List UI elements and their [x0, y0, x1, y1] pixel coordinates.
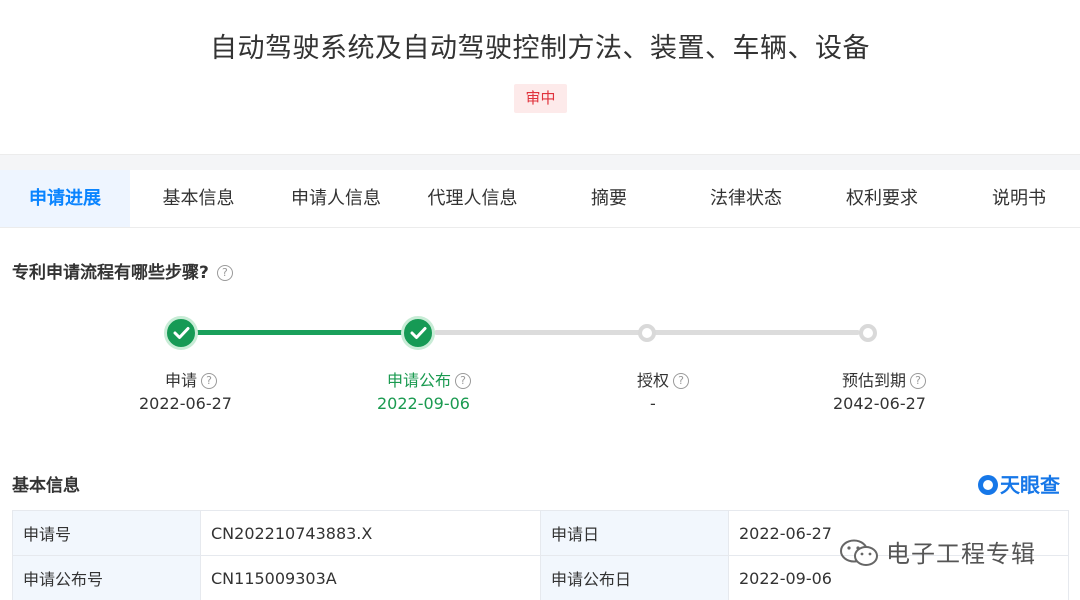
process-question-text: 专利申请流程有哪些步骤? — [12, 263, 209, 283]
step-label-text: 预估到期 — [842, 371, 907, 390]
step-date-expiry: 2042-06-27 — [833, 394, 926, 413]
patent-header: 自动驾驶系统及自动驾驶控制方法、装置、车辆、设备 审中 — [0, 0, 1080, 154]
step-label-apply: 申请? — [165, 367, 218, 391]
check-icon — [173, 327, 190, 339]
field-value: CN115009303A — [200, 555, 541, 600]
brand-logo: 天眼查 — [978, 469, 1060, 498]
field-label: 申请号 — [12, 510, 201, 556]
progress-timeline: 申请? 2022-06-27 申请公布? 2022-09-06 授权? - 预估… — [0, 300, 1080, 430]
field-label: 申请日 — [540, 510, 729, 556]
patent-title: 自动驾驶系统及自动驾驶控制方法、装置、车辆、设备 — [210, 33, 870, 64]
tab-agent-info[interactable]: 代理人信息 — [405, 170, 540, 227]
tab-application-progress[interactable]: 申请进展 — [0, 170, 130, 227]
step-label-grant: 授权? — [637, 367, 690, 391]
basic-info-heading: 基本信息 — [12, 476, 80, 496]
step-label-text: 授权 — [637, 371, 670, 390]
tianyancha-logo-icon — [978, 475, 998, 495]
step-label-publish: 申请公布? — [387, 367, 472, 391]
process-question-heading: 专利申请流程有哪些步骤?? — [12, 258, 233, 283]
step-node-done — [164, 316, 198, 350]
tab-abstract[interactable]: 摘要 — [540, 170, 678, 227]
progress-line-completed — [190, 330, 412, 335]
field-label: 申请公布日 — [540, 555, 729, 600]
wechat-icon — [840, 539, 878, 566]
question-circle-icon[interactable]: ? — [201, 373, 218, 389]
step-node-pending — [859, 324, 877, 342]
tab-description[interactable]: 说明书 — [950, 170, 1080, 227]
field-label: 申请公布号 — [12, 555, 201, 600]
step-label-expiry: 预估到期? — [842, 367, 927, 391]
tab-claims[interactable]: 权利要求 — [814, 170, 950, 227]
question-circle-icon[interactable]: ? — [673, 373, 690, 389]
section-divider — [0, 154, 1080, 170]
watermark-text: 电子工程专辑 — [886, 540, 1036, 568]
question-circle-icon[interactable]: ? — [910, 373, 927, 389]
tab-legal-status[interactable]: 法律状态 — [678, 170, 814, 227]
step-date-grant: - — [650, 394, 656, 413]
step-label-text: 申请 — [165, 371, 198, 390]
question-circle-icon[interactable]: ? — [216, 265, 233, 281]
check-icon — [410, 327, 427, 339]
watermark: 电子工程专辑 — [838, 534, 1036, 569]
status-badge: 审中 — [514, 84, 567, 113]
field-value: CN202210743883.X — [200, 510, 541, 556]
step-node-done — [401, 316, 435, 350]
brand-name: 天眼查 — [1000, 473, 1060, 497]
tab-bar: 申请进展 基本信息 申请人信息 代理人信息 摘要 法律状态 权利要求 说明书 — [0, 170, 1080, 228]
step-date-publish: 2022-09-06 — [377, 394, 470, 413]
step-label-text: 申请公布 — [387, 371, 452, 390]
step-node-pending — [638, 324, 656, 342]
question-circle-icon[interactable]: ? — [455, 373, 472, 389]
step-date-apply: 2022-06-27 — [139, 394, 232, 413]
tab-basic-info[interactable]: 基本信息 — [130, 170, 267, 227]
tab-applicant-info[interactable]: 申请人信息 — [267, 170, 405, 227]
